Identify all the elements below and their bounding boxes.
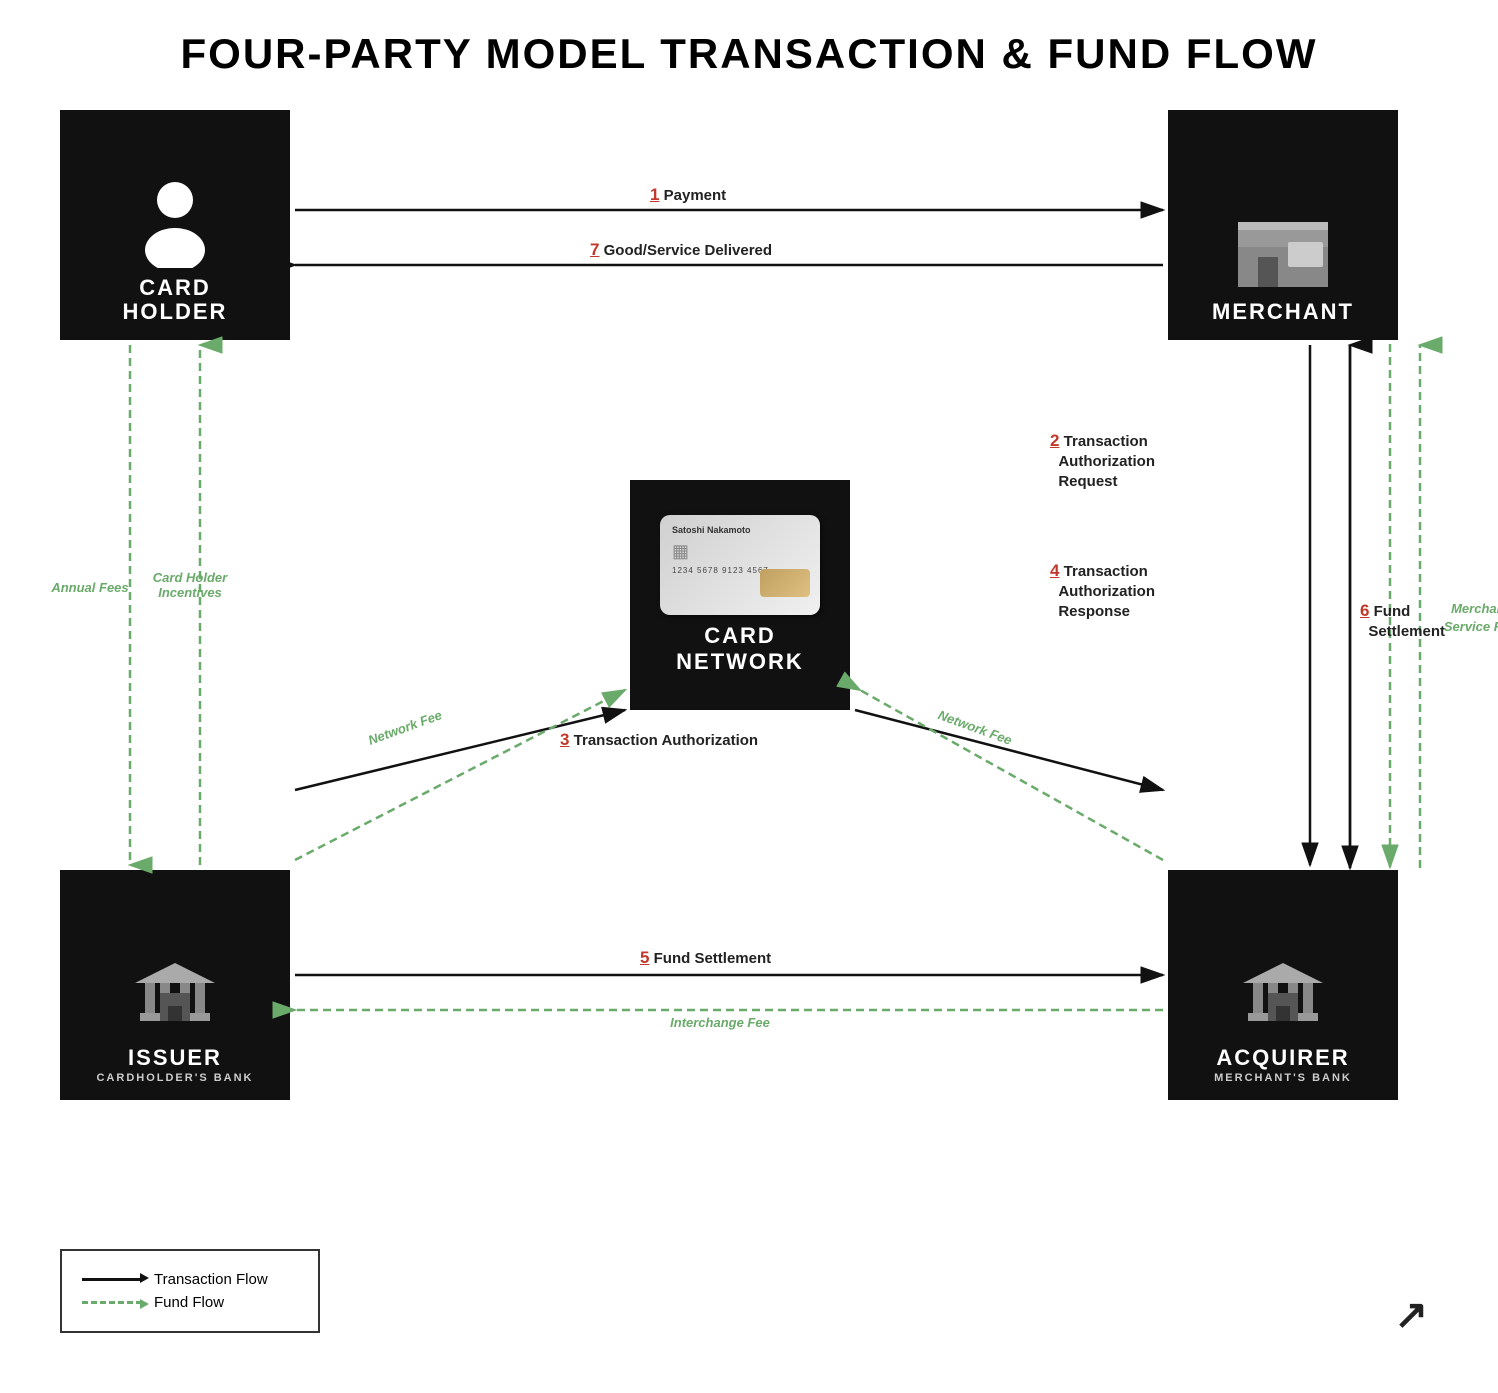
page-title: FOUR-PARTY MODEL TRANSACTION & FUND FLOW [60,30,1438,78]
network-fee-left-label: Network Fee [351,702,459,754]
step7-label: 7 Good/Service Delivered [590,240,772,260]
network-fee-right-label: Network Fee [921,702,1029,754]
step5-label: 5 Fund Settlement [640,948,771,968]
issuer-label: ISSUER [128,1046,222,1070]
network-fee-right-arrow [860,690,1163,860]
acquirer-box: ACQUIRER MERCHANT'S BANK [1168,870,1398,1100]
step1-label: 1 Payment [650,185,726,205]
issuer-icon [130,958,220,1038]
cardholder-icon [135,178,215,268]
fund-flow-line [82,1301,142,1304]
network-fee-left-arrow [295,690,625,860]
issuer-sublabel: CARDHOLDER'S BANK [96,1072,253,1084]
legend: Transaction Flow Fund Flow [60,1249,320,1333]
legend-transaction-flow: Transaction Flow [82,1271,298,1288]
step3-label: 3 Transaction Authorization [560,730,758,750]
step2-label: 2 Transaction Authorization Request [1050,430,1155,491]
merchant-box: MERCHANT [1168,110,1398,340]
legend-fund-flow: Fund Flow [82,1294,298,1311]
interchange-fee-label: Interchange Fee [620,1015,820,1030]
acquirer-sublabel: MERCHANT'S BANK [1214,1072,1352,1084]
step3-issuer-cn-arrow [295,710,625,790]
acquirer-icon [1238,958,1328,1038]
merchant-icon [1233,207,1333,292]
issuer-box: ISSUER CARDHOLDER'S BANK [60,870,290,1100]
annual-fees-label: Annual Fees [50,580,130,595]
transaction-flow-line [82,1278,142,1281]
watermark: ↗ [1394,1292,1428,1338]
merchant-label: MERCHANT [1212,300,1354,324]
step3-cn-acquirer-arrow [855,710,1163,790]
transaction-flow-label: Transaction Flow [154,1271,268,1288]
fund-flow-label: Fund Flow [154,1294,224,1311]
card-network-label: CARDNETWORK [676,623,804,675]
cardholder-label: CARDHOLDER [123,276,228,324]
step4-label: 4 Transaction Authorization Response [1050,560,1155,621]
acquirer-label: ACQUIRER [1216,1046,1349,1070]
credit-card: Satoshi Nakamoto ▦ 1234 5678 9123 4567 [660,515,820,615]
merchant-service-fee-label: MerchantService Fee [1430,600,1498,636]
incentives-label: Card HolderIncentives [140,570,240,600]
card-network-box: Satoshi Nakamoto ▦ 1234 5678 9123 4567 C… [630,480,850,710]
card-chip: ▦ [672,541,808,562]
cardholder-box: CARDHOLDER [60,110,290,340]
card-name: Satoshi Nakamoto [672,525,808,535]
